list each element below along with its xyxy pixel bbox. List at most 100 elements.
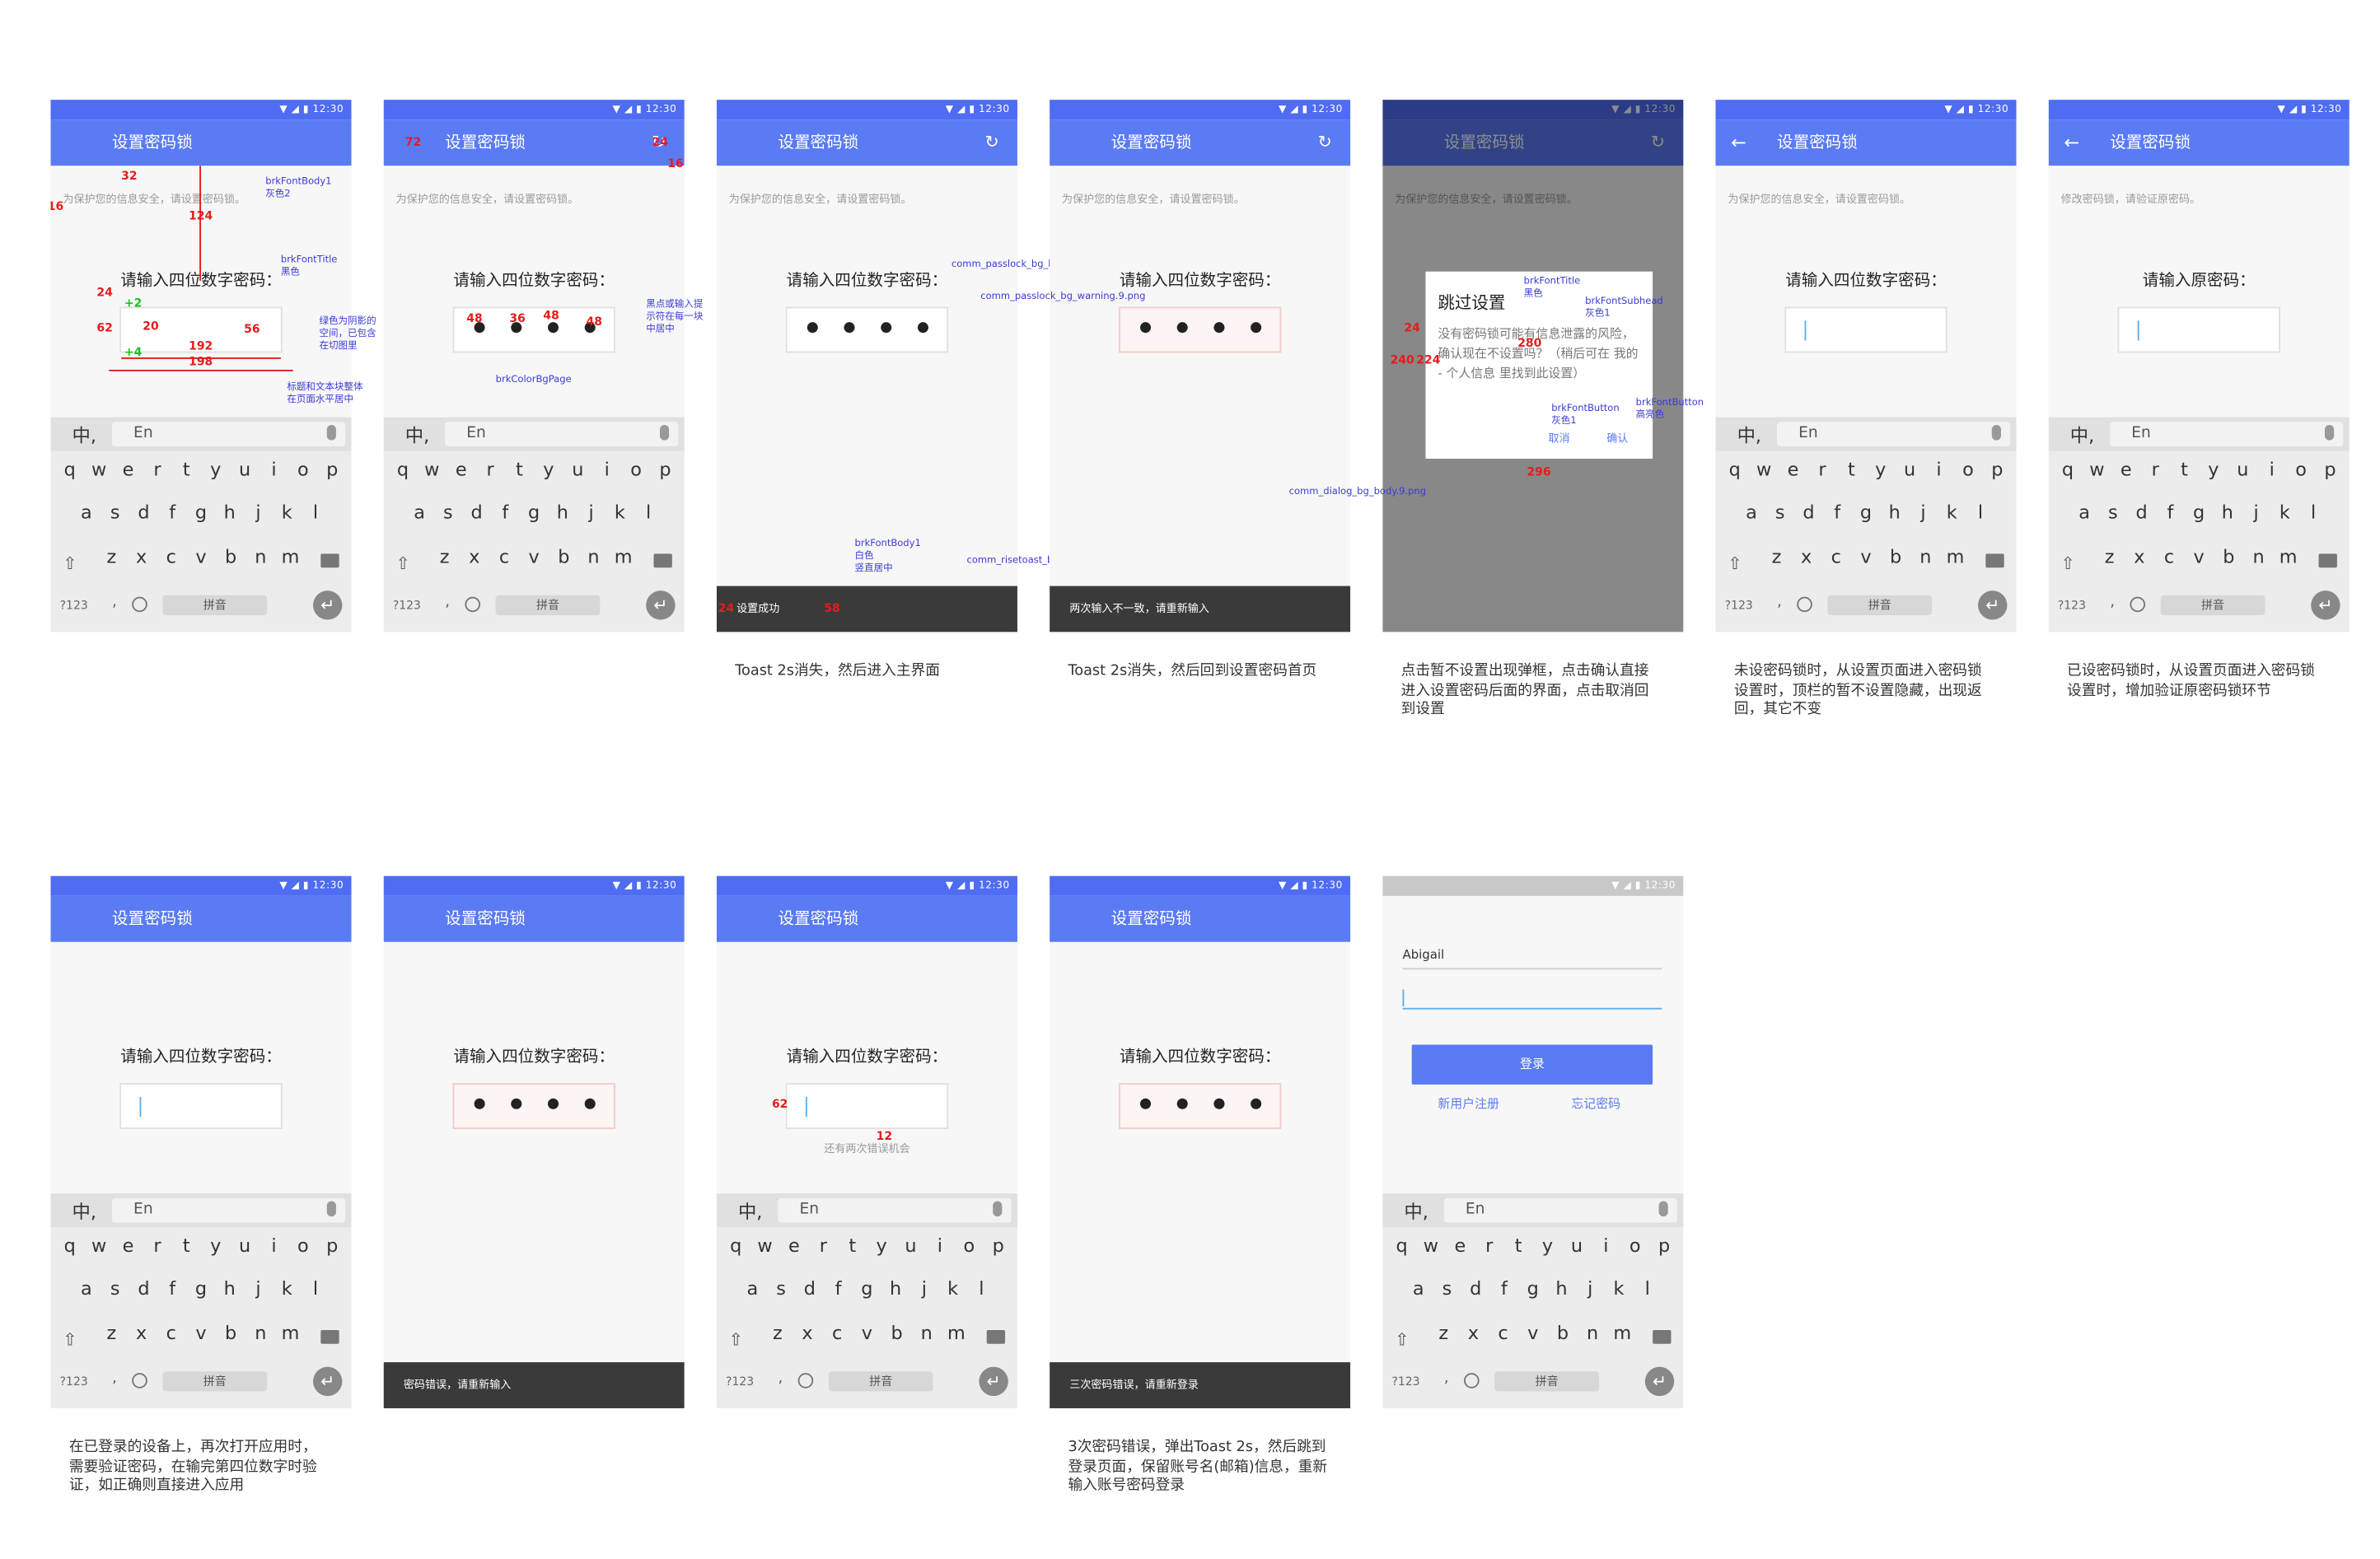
key-t[interactable]: t — [840, 1235, 865, 1256]
comma-key[interactable]: , — [112, 1370, 117, 1386]
key-u[interactable]: u — [565, 459, 590, 480]
key-i[interactable]: i — [1927, 459, 1952, 480]
key-c[interactable]: c — [159, 546, 184, 567]
key-r[interactable]: r — [811, 1235, 835, 1256]
passcode-box[interactable] — [1784, 306, 1947, 353]
key-b[interactable]: b — [1883, 546, 1908, 567]
key-m[interactable]: m — [278, 1323, 303, 1344]
key-k[interactable]: k — [2273, 502, 2298, 523]
ime-english-key[interactable]: En — [445, 422, 679, 447]
key-t[interactable]: t — [1506, 1235, 1531, 1256]
key-m[interactable]: m — [2276, 546, 2301, 567]
ime-chinese-key[interactable]: 中, — [405, 422, 429, 448]
key-o[interactable]: o — [1956, 459, 1980, 480]
symbols-key[interactable]: ?123 — [726, 1375, 754, 1389]
ime-chinese-key[interactable]: 中, — [1737, 422, 1761, 448]
key-q[interactable]: q — [58, 459, 82, 480]
key-i[interactable]: i — [262, 1235, 287, 1256]
key-z[interactable]: z — [433, 546, 457, 567]
key-e[interactable]: e — [782, 1235, 807, 1256]
key-m[interactable]: m — [611, 546, 636, 567]
microphone-icon[interactable] — [326, 424, 336, 441]
key-q[interactable]: q — [390, 459, 415, 480]
key-p[interactable]: p — [1985, 459, 2009, 480]
symbols-key[interactable]: ?123 — [60, 1375, 88, 1389]
key-p[interactable]: p — [1652, 1235, 1676, 1256]
skip-icon[interactable]: ↻ — [984, 119, 998, 166]
key-s[interactable]: s — [103, 502, 128, 523]
key-m[interactable]: m — [1610, 1323, 1634, 1344]
key-r[interactable]: r — [1477, 1235, 1502, 1256]
enter-key-icon[interactable]: ↵ — [312, 590, 343, 620]
comma-key[interactable]: , — [778, 1370, 783, 1386]
key-l[interactable]: l — [1968, 502, 1993, 523]
key-x[interactable]: x — [1461, 1323, 1486, 1344]
key-f[interactable]: f — [2158, 502, 2183, 523]
key-c[interactable]: c — [1491, 1323, 1516, 1344]
key-j[interactable]: j — [246, 502, 271, 523]
key-g[interactable]: g — [1521, 1278, 1545, 1300]
key-j[interactable]: j — [912, 1278, 937, 1300]
microphone-icon[interactable] — [659, 424, 670, 441]
key-h[interactable]: h — [1550, 1278, 1574, 1300]
key-t[interactable]: t — [174, 459, 199, 480]
key-k[interactable]: k — [1606, 1278, 1631, 1300]
key-k[interactable]: k — [274, 502, 299, 523]
symbols-key[interactable]: ?123 — [393, 598, 421, 612]
symbols-key[interactable]: ?123 — [1725, 598, 1753, 612]
key-i[interactable]: i — [928, 1235, 952, 1256]
key-b[interactable]: b — [218, 1323, 243, 1344]
key-h[interactable]: h — [1882, 502, 1907, 523]
enter-key-icon[interactable]: ↵ — [2311, 590, 2340, 620]
passcode-box[interactable] — [785, 306, 949, 353]
key-g[interactable]: g — [521, 502, 546, 523]
key-p[interactable]: p — [320, 459, 344, 480]
key-l[interactable]: l — [303, 1278, 328, 1300]
key-z[interactable]: z — [2097, 546, 2122, 567]
enter-key-icon[interactable]: ↵ — [1644, 1366, 1675, 1397]
dialog-cancel-button[interactable]: 取消 — [1548, 431, 1569, 446]
symbols-key[interactable]: ?123 — [2058, 598, 2086, 612]
key-c[interactable]: c — [2157, 546, 2181, 567]
key-q[interactable]: q — [723, 1235, 748, 1256]
key-d[interactable]: d — [1797, 502, 1821, 523]
back-icon[interactable]: ← — [2064, 119, 2079, 166]
comma-key[interactable]: , — [112, 594, 117, 610]
shift-key-icon[interactable]: ⇧ — [1728, 553, 1742, 573]
ime-chinese-key[interactable]: 中, — [738, 1198, 762, 1225]
passcode-box[interactable] — [1118, 306, 1282, 353]
key-a[interactable]: a — [1406, 1278, 1431, 1300]
key-w[interactable]: w — [1419, 1235, 1443, 1256]
key-k[interactable]: k — [274, 1278, 299, 1300]
globe-icon[interactable] — [2130, 596, 2146, 613]
delete-key-icon[interactable] — [1653, 1329, 1672, 1344]
ime-english-key[interactable]: En — [1443, 1197, 1677, 1223]
space-key[interactable]: 拼音 — [1494, 1371, 1599, 1392]
key-r[interactable]: r — [145, 459, 170, 480]
key-p[interactable]: p — [653, 459, 678, 480]
key-n[interactable]: n — [914, 1323, 939, 1344]
key-e[interactable]: e — [449, 459, 474, 480]
ime-english-key[interactable]: En — [111, 422, 346, 447]
globe-icon[interactable] — [797, 1373, 814, 1389]
delete-key-icon[interactable] — [653, 553, 672, 568]
key-l[interactable]: l — [969, 1278, 994, 1300]
key-a[interactable]: a — [74, 1278, 99, 1300]
key-s[interactable]: s — [1435, 1278, 1460, 1300]
key-l[interactable]: l — [636, 502, 661, 523]
key-e[interactable]: e — [1447, 1235, 1472, 1256]
key-g[interactable]: g — [189, 1278, 213, 1300]
key-s[interactable]: s — [103, 1278, 128, 1300]
shift-key-icon[interactable]: ⇧ — [1395, 1330, 1409, 1350]
key-h[interactable]: h — [2215, 502, 2240, 523]
key-z[interactable]: z — [100, 1323, 124, 1344]
key-b[interactable]: b — [1550, 1323, 1575, 1344]
key-i[interactable]: i — [262, 459, 287, 480]
key-b[interactable]: b — [551, 546, 576, 567]
key-p[interactable]: p — [320, 1235, 344, 1256]
key-w[interactable]: w — [87, 459, 111, 480]
key-a[interactable]: a — [407, 502, 432, 523]
delete-key-icon[interactable] — [2318, 553, 2337, 568]
key-n[interactable]: n — [2247, 546, 2271, 567]
shift-key-icon[interactable]: ⇧ — [396, 553, 410, 573]
